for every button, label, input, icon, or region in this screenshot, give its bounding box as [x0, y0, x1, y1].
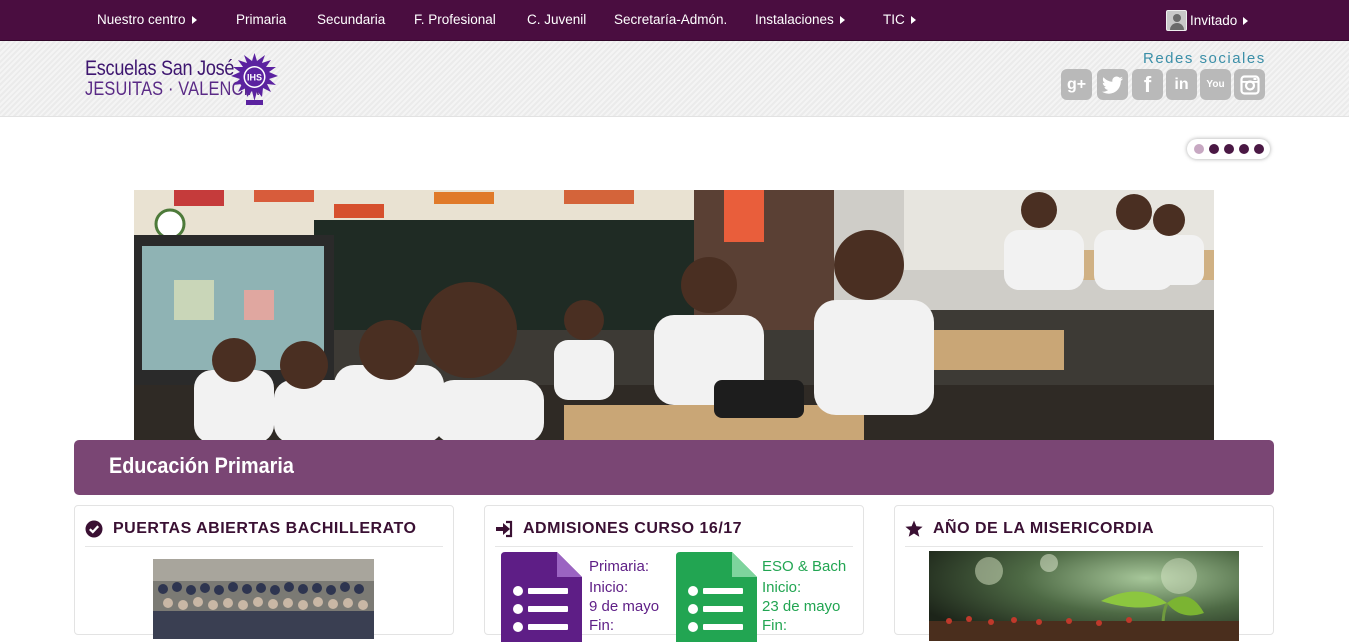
social-networks-label: Redes sociales — [1143, 50, 1266, 67]
nav-item-secretaria-admon[interactable]: Secretaría-Admón. — [614, 12, 727, 27]
nav-label: Instalaciones — [755, 12, 834, 27]
nav-item-c-juvenil[interactable]: C. Juvenil — [527, 12, 586, 27]
nav-label: TIC — [883, 12, 905, 27]
classroom-illustration — [134, 190, 1214, 443]
slider-dot[interactable] — [1254, 144, 1264, 154]
news-card-misericordia[interactable]: AÑO DE LA MISERICORDIA — [894, 505, 1274, 641]
instagram-icon[interactable] — [1234, 69, 1265, 100]
linkedin-icon[interactable]: in — [1166, 69, 1197, 100]
news-card-admisiones[interactable]: ADMISIONES CURSO 16/17 Primaria: Inicio:… — [484, 505, 864, 642]
admission-label: Primaria: — [589, 558, 650, 575]
nav-item-secundaria[interactable]: Secundaria — [317, 12, 385, 27]
slider-dot[interactable] — [1239, 144, 1249, 154]
seedling-photo-image[interactable] — [929, 551, 1239, 641]
nav-item-tic[interactable]: TIC — [883, 12, 916, 27]
sign-in-icon — [496, 520, 513, 538]
caret-right-icon — [910, 16, 916, 24]
nav-label: Primaria — [236, 12, 287, 27]
admission-start-label: Inicio: — [762, 579, 802, 596]
admission-eso-bach-text: ESO & Bach Inicio: 23 de mayo Fin: — [762, 557, 846, 635]
nav-label: Secundaria — [317, 12, 386, 27]
card-header: ADMISIONES CURSO 16/17 — [495, 519, 853, 547]
emblem-text: IHS — [247, 73, 262, 83]
instagram-camera-shape — [1239, 74, 1260, 95]
nav-label: F. Profesional — [414, 12, 496, 27]
admission-start-date: 23 de mayo — [762, 598, 841, 615]
nav-item-instalaciones[interactable]: Instalaciones — [755, 12, 845, 27]
slider-dot[interactable] — [1224, 144, 1234, 154]
card-title: PUERTAS ABIERTAS BACHILLERATO — [113, 520, 417, 537]
nav-label: Nuestro centro — [97, 12, 186, 27]
social-glyph: g+ — [1066, 75, 1087, 93]
nav-label: Secretaría-Admón. — [614, 12, 728, 27]
user-menu[interactable]: Invitado — [1166, 10, 1249, 31]
user-avatar-icon — [1166, 10, 1187, 31]
card-header: PUERTAS ABIERTAS BACHILLERATO — [85, 519, 443, 547]
user-label: Invitado — [1190, 13, 1238, 28]
youtube-icon[interactable]: You — [1200, 69, 1231, 100]
group-photo — [153, 559, 374, 639]
group-photo-image[interactable] — [153, 559, 374, 639]
section-title: Educación Primaria — [109, 453, 294, 478]
form-document-icon[interactable] — [501, 552, 582, 642]
nav-label: C. Juvenil — [527, 12, 587, 27]
card-title: AÑO DE LA MISERICORDIA — [933, 520, 1155, 537]
section-title-bar: Educación Primaria — [74, 440, 1274, 495]
news-card-puertas-abiertas[interactable]: PUERTAS ABIERTAS BACHILLERATO — [74, 505, 454, 639]
admission-end-label: Fin: — [589, 617, 615, 634]
google-plus-icon[interactable]: g+ — [1061, 69, 1092, 100]
nav-item-nuestro-centro[interactable]: Nuestro centro — [97, 12, 197, 27]
admission-label: ESO & Bach — [762, 558, 847, 575]
seedling-photo — [929, 551, 1239, 641]
star-icon — [905, 520, 923, 537]
caret-right-icon — [839, 16, 845, 24]
slider-dot[interactable] — [1209, 144, 1219, 154]
card-header: AÑO DE LA MISERICORDIA — [905, 519, 1263, 547]
nav-item-primaria[interactable]: Primaria — [236, 12, 286, 27]
facebook-icon[interactable]: f — [1132, 69, 1163, 100]
hero-classroom-image — [134, 190, 1214, 443]
admission-end-label: Fin: — [762, 617, 788, 634]
social-glyph: in — [1174, 75, 1189, 93]
form-document-icon[interactable] — [676, 552, 757, 642]
card-title: ADMISIONES CURSO 16/17 — [523, 520, 743, 537]
admission-start-label: Inicio: — [589, 579, 629, 596]
slider-dot[interactable] — [1194, 144, 1204, 154]
caret-right-icon — [1243, 17, 1249, 25]
caret-right-icon — [191, 16, 197, 24]
social-glyph: f — [1143, 71, 1152, 97]
check-circle-icon — [85, 520, 103, 538]
slider-pagination — [1187, 139, 1270, 159]
twitter-icon[interactable] — [1097, 69, 1128, 100]
social-glyph: You — [1206, 78, 1225, 90]
twitter-bird-shape — [1101, 76, 1123, 94]
top-navigation-bar: Nuestro centro Primaria Secundaria F. Pr… — [0, 0, 1349, 41]
admission-start-date: 9 de mayo — [589, 598, 660, 615]
admission-primaria-text: Primaria: Inicio: 9 de mayo Fin: — [589, 557, 659, 635]
nav-item-f-profesional[interactable]: F. Profesional — [414, 12, 496, 27]
jesuit-emblem-icon[interactable]: IHS — [229, 51, 280, 106]
